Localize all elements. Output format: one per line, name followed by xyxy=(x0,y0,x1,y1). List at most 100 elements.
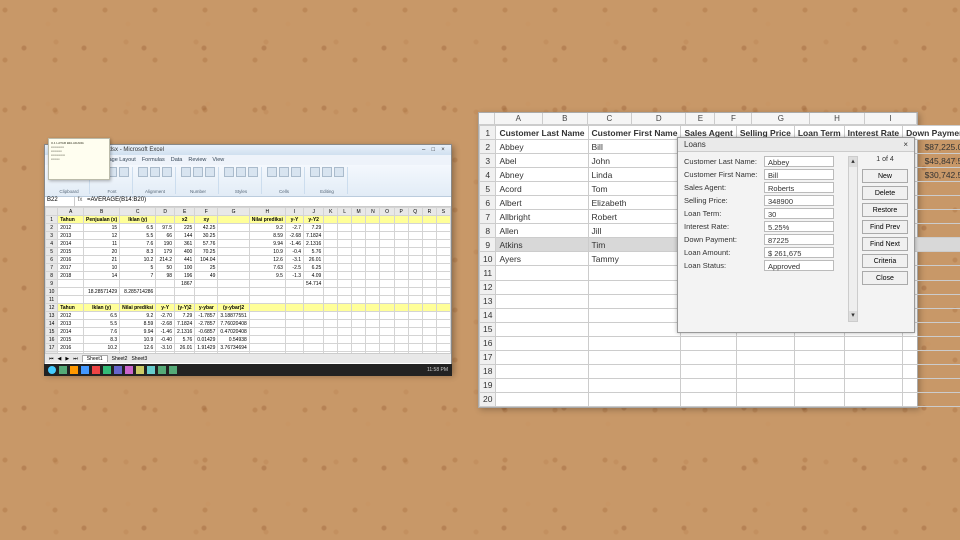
cell[interactable] xyxy=(218,232,249,240)
scroll-up-icon[interactable]: ▴ xyxy=(849,157,857,167)
cell[interactable] xyxy=(588,378,681,392)
cell[interactable] xyxy=(422,328,436,336)
cell[interactable] xyxy=(285,304,303,312)
cell[interactable] xyxy=(366,288,380,296)
cell[interactable] xyxy=(338,304,352,312)
cell[interactable] xyxy=(249,320,285,328)
col-header[interactable]: G xyxy=(218,208,249,216)
cell[interactable] xyxy=(249,328,285,336)
row-header[interactable]: 3 xyxy=(480,154,496,168)
cell[interactable] xyxy=(736,392,794,406)
cell[interactable]: 42.25 xyxy=(195,224,218,232)
cell[interactable]: Elizabeth xyxy=(588,196,681,210)
cell[interactable] xyxy=(175,288,195,296)
cell[interactable] xyxy=(394,352,408,354)
cell[interactable] xyxy=(408,296,422,304)
cell[interactable] xyxy=(285,352,303,354)
cell[interactable] xyxy=(366,304,380,312)
cell[interactable]: Penjualan (x) xyxy=(84,216,120,224)
cell[interactable]: 3.18877551 xyxy=(218,312,249,320)
cell[interactable]: (y-ybar)2 xyxy=(218,304,249,312)
cell[interactable] xyxy=(366,240,380,248)
cell[interactable] xyxy=(304,328,324,336)
cell[interactable] xyxy=(304,352,324,354)
cell[interactable]: -1.46 xyxy=(156,328,175,336)
cell[interactable]: 9.94 xyxy=(249,240,285,248)
cell[interactable] xyxy=(218,256,249,264)
taskbar-icon[interactable] xyxy=(92,366,100,374)
cell[interactable] xyxy=(351,344,365,352)
cell[interactable]: 30.25 xyxy=(195,232,218,240)
cell[interactable] xyxy=(175,296,195,304)
cell[interactable] xyxy=(588,364,681,378)
cell[interactable] xyxy=(324,304,338,312)
cell[interactable] xyxy=(436,280,450,288)
cell[interactable]: Tahun xyxy=(58,216,84,224)
cell[interactable] xyxy=(324,344,338,352)
cell[interactable] xyxy=(394,312,408,320)
cell[interactable] xyxy=(324,296,338,304)
cell[interactable] xyxy=(380,304,394,312)
cell[interactable] xyxy=(436,312,450,320)
cell[interactable]: 49 xyxy=(195,272,218,280)
cell[interactable]: Nilai prediksi xyxy=(249,216,285,224)
ribbon-button[interactable] xyxy=(236,167,246,177)
cell[interactable]: y-Y2 xyxy=(304,216,324,224)
cell[interactable] xyxy=(380,232,394,240)
cell[interactable] xyxy=(436,264,450,272)
form-button-criteria[interactable]: Criteria xyxy=(862,254,908,268)
cell[interactable] xyxy=(588,350,681,364)
taskbar-icon[interactable] xyxy=(169,366,177,374)
cell[interactable] xyxy=(408,224,422,232)
cell[interactable] xyxy=(844,378,903,392)
cell[interactable]: Allen xyxy=(496,224,588,238)
cell[interactable] xyxy=(588,308,681,322)
cell[interactable] xyxy=(394,320,408,328)
row-header[interactable]: 17 xyxy=(480,350,496,364)
cell[interactable]: 9.5 xyxy=(249,272,285,280)
row-header[interactable]: 1 xyxy=(46,216,58,224)
cell[interactable] xyxy=(588,322,681,336)
cell[interactable] xyxy=(324,328,338,336)
form-input[interactable]: Roberts xyxy=(764,182,834,193)
cell[interactable]: 214.2 xyxy=(156,256,175,264)
cell[interactable]: 2015 xyxy=(58,248,84,256)
cell[interactable] xyxy=(408,336,422,344)
nav-prev[interactable]: ◀ xyxy=(58,356,62,362)
cell[interactable] xyxy=(422,320,436,328)
cell[interactable] xyxy=(351,320,365,328)
cell[interactable] xyxy=(351,232,365,240)
form-button-find-next[interactable]: Find Next xyxy=(862,237,908,251)
col-header[interactable]: G xyxy=(752,113,810,124)
row-header[interactable]: 9 xyxy=(46,280,58,288)
cell[interactable] xyxy=(422,256,436,264)
fx-icon[interactable]: fx xyxy=(75,197,85,206)
cell[interactable]: 11 xyxy=(84,240,120,248)
ribbon-button[interactable] xyxy=(119,167,129,177)
cell[interactable] xyxy=(794,350,844,364)
cell[interactable] xyxy=(156,216,175,224)
cell[interactable]: 441 xyxy=(175,256,195,264)
form-close-button[interactable]: × xyxy=(903,140,908,149)
cell[interactable]: 10.9 xyxy=(120,336,156,344)
ribbon-button[interactable] xyxy=(322,167,332,177)
col-header[interactable]: R xyxy=(422,208,436,216)
col-header[interactable]: E xyxy=(175,208,195,216)
name-box[interactable]: B22 xyxy=(45,197,75,206)
cell[interactable]: Atkins xyxy=(496,238,588,252)
cell[interactable] xyxy=(496,294,588,308)
cell[interactable] xyxy=(338,240,352,248)
cell[interactable] xyxy=(844,336,903,350)
cell[interactable]: 26.01 xyxy=(304,256,324,264)
cell[interactable] xyxy=(249,304,285,312)
cell[interactable] xyxy=(380,320,394,328)
cell[interactable] xyxy=(324,264,338,272)
cell[interactable]: 5 xyxy=(120,264,156,272)
cell[interactable] xyxy=(195,296,218,304)
cell[interactable] xyxy=(249,296,285,304)
cell[interactable] xyxy=(436,272,450,280)
ribbon-tab-view[interactable]: View xyxy=(212,157,224,163)
cell[interactable] xyxy=(366,224,380,232)
cell[interactable]: -2.7857 xyxy=(195,320,218,328)
row-header[interactable]: 8 xyxy=(46,272,58,280)
